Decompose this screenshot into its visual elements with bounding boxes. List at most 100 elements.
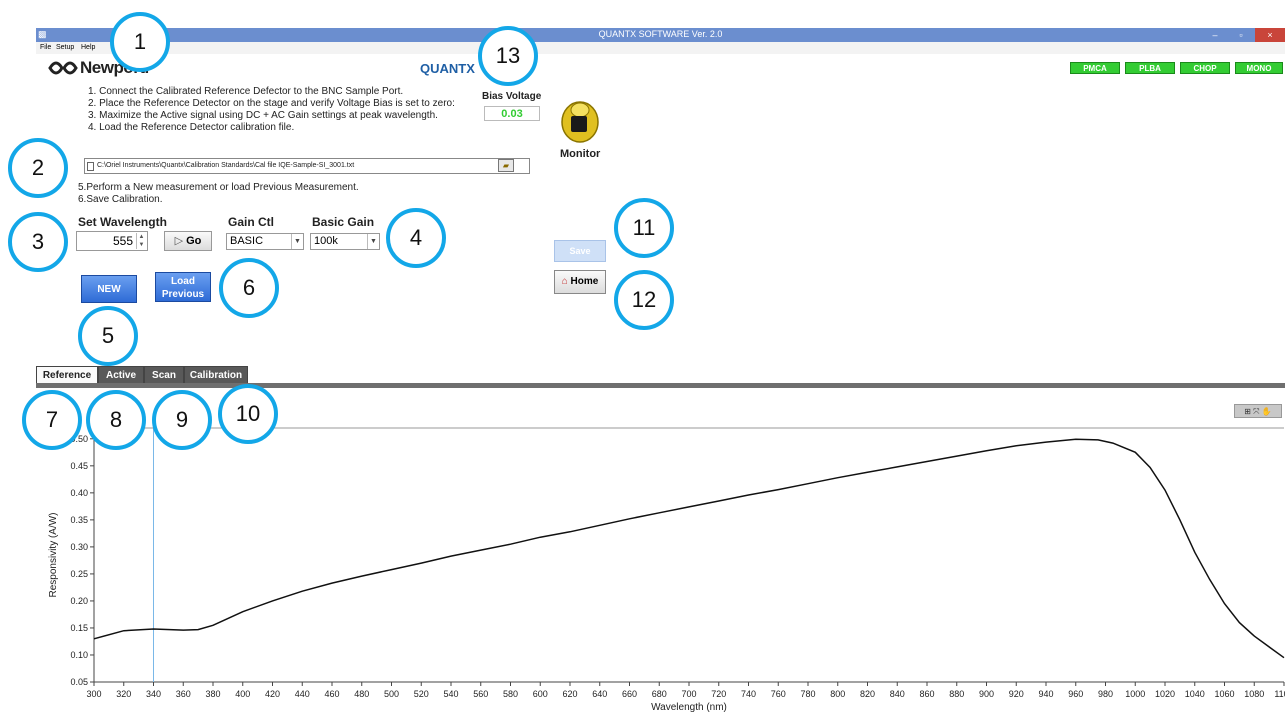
x-tick-label: 560 xyxy=(473,689,488,699)
status-badge-plba[interactable]: PLBA xyxy=(1125,62,1175,74)
responsivity-series-line xyxy=(93,438,1285,659)
graph-palette-icon[interactable]: ⊞ ⤧ ✋ xyxy=(1234,404,1282,418)
x-tick-label: 480 xyxy=(354,689,369,699)
home-button[interactable]: ⌂ Home xyxy=(554,270,606,294)
y-axis-label: Responsivity (A/W) xyxy=(48,512,59,597)
title-bar: ▩ QUANTX SOFTWARE Ver. 2.0 – ▫ × xyxy=(36,28,1285,42)
file-icon xyxy=(87,162,94,171)
x-tick-label: 620 xyxy=(562,689,577,699)
instruction-step-2: 2. Place the Reference Detector on the s… xyxy=(88,98,455,109)
basic-gain-value: 100k xyxy=(314,235,338,247)
quantx-window: ▩ QUANTX SOFTWARE Ver. 2.0 – ▫ × File Se… xyxy=(0,0,1285,717)
x-tick-label: 680 xyxy=(652,689,667,699)
tab-divider xyxy=(36,383,1285,388)
basic-gain-label: Basic Gain xyxy=(312,215,375,229)
home-label: Home xyxy=(570,276,599,287)
y-tick-label: 0.35 xyxy=(70,515,88,525)
callout-13: 13 xyxy=(478,26,538,86)
status-badge-pmca[interactable]: PMCA xyxy=(1070,62,1120,74)
wavelength-value: 555 xyxy=(112,234,133,248)
x-tick-label: 420 xyxy=(265,689,280,699)
monitor-knob-icon[interactable] xyxy=(560,98,600,144)
product-name: QUANTX xyxy=(420,61,475,76)
tab-active[interactable]: Active xyxy=(98,366,144,384)
callout-6: 6 xyxy=(219,258,279,318)
callout-4: 4 xyxy=(386,208,446,268)
go-label: Go xyxy=(186,235,202,247)
menu-bar: File Setup Help xyxy=(36,42,1285,54)
callout-5: 5 xyxy=(78,306,138,366)
instruction-step-5: 5.Perform a New measurement or load Prev… xyxy=(78,182,359,193)
x-tick-label: 920 xyxy=(1009,689,1024,699)
y-tick-label: 0.25 xyxy=(70,569,88,579)
status-badge-chop[interactable]: CHOP xyxy=(1180,62,1230,74)
x-tick-label: 820 xyxy=(860,689,875,699)
bias-voltage-label: Bias Voltage xyxy=(482,91,542,102)
tab-reference[interactable]: Reference xyxy=(36,366,98,384)
callout-10: 10 xyxy=(218,384,278,444)
callout-12: 12 xyxy=(614,270,674,330)
load-previous-button[interactable]: Load Previous xyxy=(155,272,211,302)
y-tick-label: 0.20 xyxy=(70,596,88,606)
instruction-step-1: 1. Connect the Calibrated Reference Defe… xyxy=(88,86,404,97)
minimize-button[interactable]: – xyxy=(1203,28,1227,42)
x-tick-label: 640 xyxy=(592,689,607,699)
gain-ctl-select[interactable]: BASIC ▼ xyxy=(226,233,304,250)
maximize-button[interactable]: ▫ xyxy=(1229,28,1253,42)
x-tick-label: 960 xyxy=(1068,689,1083,699)
basic-gain-select[interactable]: 100k ▼ xyxy=(310,233,380,250)
folder-icon: ▰ xyxy=(502,161,510,170)
y-tick-label: 0.40 xyxy=(70,488,88,498)
menu-file[interactable]: File xyxy=(40,44,51,51)
y-tick-label: 0.30 xyxy=(70,542,88,552)
menu-help[interactable]: Help xyxy=(81,44,95,51)
browse-folder-button[interactable]: ▰ xyxy=(498,159,514,172)
x-tick-label: 320 xyxy=(116,689,131,699)
tab-scan[interactable]: Scan xyxy=(144,366,184,384)
x-tick-label: 400 xyxy=(235,689,250,699)
x-tick-label: 340 xyxy=(146,689,161,699)
y-tick-label: 0.15 xyxy=(70,623,88,633)
close-button[interactable]: × xyxy=(1255,28,1285,42)
x-tick-label: 740 xyxy=(741,689,756,699)
load-previous-label-line2: Previous xyxy=(161,289,205,300)
y-tick-label: 0.45 xyxy=(70,461,88,471)
x-tick-label: 1020 xyxy=(1155,689,1175,699)
x-tick-label: 1060 xyxy=(1214,689,1234,699)
x-tick-label: 440 xyxy=(295,689,310,699)
status-badge-mono[interactable]: MONO xyxy=(1235,62,1283,74)
x-tick-label: 360 xyxy=(176,689,191,699)
instruction-step-4: 4. Load the Reference Detector calibrati… xyxy=(88,122,295,133)
x-axis-label: Wavelength (nm) xyxy=(651,702,727,713)
x-tick-label: 880 xyxy=(949,689,964,699)
x-tick-label: 700 xyxy=(681,689,696,699)
save-button[interactable]: Save xyxy=(554,240,606,262)
y-tick-label: 0.05 xyxy=(70,677,88,687)
go-button[interactable]: ▷ Go xyxy=(164,231,212,251)
callout-3: 3 xyxy=(8,212,68,272)
x-tick-label: 780 xyxy=(800,689,815,699)
callout-9: 9 xyxy=(152,390,212,450)
callout-1: 1 xyxy=(110,12,170,72)
x-tick-label: 1080 xyxy=(1244,689,1264,699)
x-tick-label: 760 xyxy=(771,689,786,699)
x-tick-label: 900 xyxy=(979,689,994,699)
house-icon: ⌂ xyxy=(561,276,568,287)
instruction-step-3: 3. Maximize the Active signal using DC +… xyxy=(88,110,438,121)
wavelength-spinner[interactable]: ▲ ▼ xyxy=(136,233,146,249)
x-tick-label: 460 xyxy=(324,689,339,699)
instruction-step-6: 6.Save Calibration. xyxy=(78,194,163,205)
bias-voltage-value: 0.03 xyxy=(484,106,540,121)
gain-ctl-label: Gain Ctl xyxy=(228,215,275,229)
x-tick-label: 840 xyxy=(890,689,905,699)
x-tick-label: 1040 xyxy=(1185,689,1205,699)
responsivity-chart[interactable]: 0.050.100.150.200.250.300.350.400.450.50… xyxy=(36,420,1285,717)
x-tick-label: 940 xyxy=(1038,689,1053,699)
y-tick-label: 0.10 xyxy=(70,650,88,660)
calibration-file-path[interactable]: C:\Oriel Instruments\Quantx\Calibration … xyxy=(84,158,530,174)
tab-calibration[interactable]: Calibration xyxy=(184,366,248,384)
x-tick-label: 500 xyxy=(384,689,399,699)
wavelength-input[interactable]: 555 ▲ ▼ xyxy=(76,231,148,251)
new-measurement-button[interactable]: NEW xyxy=(81,275,137,303)
menu-setup[interactable]: Setup xyxy=(56,44,74,51)
